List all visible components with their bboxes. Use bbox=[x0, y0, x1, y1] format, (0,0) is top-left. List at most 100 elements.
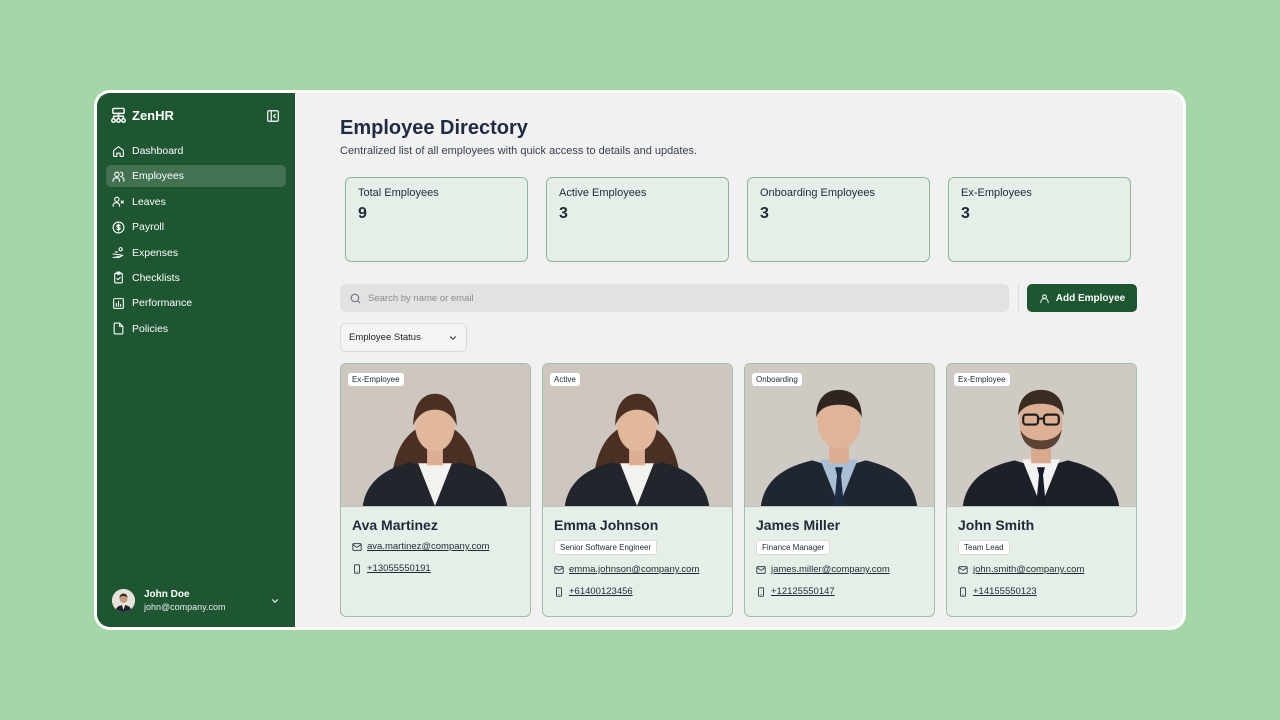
employee-name: Ava Martinez bbox=[352, 517, 438, 533]
search-bar[interactable] bbox=[340, 284, 1009, 312]
org-chart-icon bbox=[111, 107, 126, 123]
status-badge: Onboarding bbox=[752, 373, 802, 386]
sidebar-item-label: Checklists bbox=[132, 271, 180, 284]
app-window: ZenHR Dashboard Employees Leaves Payroll bbox=[97, 93, 1183, 627]
bar-chart-icon bbox=[113, 297, 124, 309]
stat-value: 3 bbox=[961, 205, 970, 222]
role-badge: Team Lead bbox=[958, 540, 1010, 555]
stat-card-active: Active Employees 3 bbox=[546, 177, 729, 262]
dollar-circle-icon bbox=[112, 221, 125, 234]
clipboard-check-icon bbox=[114, 271, 123, 284]
phone-link[interactable]: +61400123456 bbox=[554, 586, 721, 597]
employee-card[interactable]: Active Emma Johnson Senior Software Engi… bbox=[542, 363, 733, 617]
phone-text: +13055550191 bbox=[367, 563, 431, 574]
email-text: james.miller@company.com bbox=[771, 564, 890, 575]
stat-label: Ex-Employees bbox=[961, 187, 1032, 199]
avatar bbox=[112, 589, 135, 612]
sidebar-item-performance[interactable]: Performance bbox=[106, 292, 286, 314]
status-badge: Active bbox=[550, 373, 580, 386]
users-icon bbox=[112, 171, 125, 182]
file-icon bbox=[113, 322, 124, 335]
stat-value: 3 bbox=[559, 205, 568, 222]
user-email: john@company.com bbox=[144, 602, 226, 612]
phone-text: +12125550147 bbox=[771, 586, 835, 597]
role-badge: Finance Manager bbox=[756, 540, 831, 555]
sidebar: ZenHR Dashboard Employees Leaves Payroll bbox=[97, 93, 295, 627]
sidebar-nav: Dashboard Employees Leaves Payroll Expen… bbox=[106, 140, 286, 343]
hand-coins-icon bbox=[112, 247, 124, 258]
sidebar-item-label: Employees bbox=[132, 170, 184, 183]
stat-card-onboarding: Onboarding Employees 3 bbox=[747, 177, 930, 262]
sidebar-item-label: Policies bbox=[132, 322, 169, 335]
home-icon bbox=[113, 145, 124, 157]
sidebar-item-label: Performance bbox=[132, 297, 193, 310]
search-icon bbox=[350, 293, 361, 303]
sidebar-item-employees[interactable]: Employees bbox=[106, 165, 286, 188]
email-text: ava.martinez@company.com bbox=[367, 541, 490, 552]
sidebar-item-leaves[interactable]: Leaves bbox=[106, 191, 286, 213]
email-link[interactable]: ava.martinez@company.com bbox=[352, 541, 519, 552]
phone-text: +61400123456 bbox=[569, 586, 633, 597]
stat-value: 3 bbox=[760, 205, 769, 222]
employee-photo: Ex-Employee bbox=[947, 364, 1136, 507]
chevron-down-icon bbox=[271, 598, 279, 603]
sidebar-collapse-icon[interactable] bbox=[266, 109, 280, 123]
employee-photo: Active bbox=[543, 364, 732, 507]
user-icon bbox=[1040, 293, 1049, 303]
sidebar-item-expenses[interactable]: Expenses bbox=[106, 242, 286, 264]
search-input[interactable] bbox=[368, 292, 968, 304]
employee-card[interactable]: Ex-Employee John Smith Team Lead john.sm… bbox=[946, 363, 1137, 617]
main-content: Employee Directory Centralized list of a… bbox=[295, 93, 1183, 627]
sidebar-item-label: Payroll bbox=[132, 221, 165, 234]
sidebar-item-label: Leaves bbox=[132, 195, 166, 208]
stat-label: Total Employees bbox=[358, 187, 439, 199]
phone-icon bbox=[758, 586, 764, 597]
sidebar-item-label: Dashboard bbox=[132, 145, 184, 157]
phone-text: +14155550123 bbox=[973, 586, 1037, 597]
user-x-icon bbox=[112, 196, 124, 208]
divider bbox=[1018, 284, 1019, 312]
app-frame: ZenHR Dashboard Employees Leaves Payroll bbox=[94, 90, 1186, 630]
page-title: Employee Directory bbox=[340, 117, 528, 139]
phone-icon bbox=[354, 563, 360, 574]
status-badge: Ex-Employee bbox=[954, 373, 1010, 386]
phone-icon bbox=[556, 586, 562, 597]
employee-status-filter[interactable]: Employee Status bbox=[340, 323, 467, 352]
role-badge: Senior Software Engineer bbox=[554, 540, 658, 555]
mail-icon bbox=[756, 565, 766, 574]
employee-card[interactable]: Ex-Employee Ava Martinez ava.martinez@co… bbox=[340, 363, 531, 617]
user-menu[interactable]: John Doe john@company.com bbox=[112, 588, 280, 613]
chevron-down-icon bbox=[449, 335, 457, 340]
user-name: John Doe bbox=[144, 589, 190, 600]
email-link[interactable]: james.miller@company.com bbox=[756, 564, 923, 575]
stat-value: 9 bbox=[358, 205, 367, 222]
employee-name: James Miller bbox=[756, 517, 841, 533]
employee-photo: Onboarding bbox=[745, 364, 934, 507]
phone-link[interactable]: +12125550147 bbox=[756, 586, 923, 597]
phone-icon bbox=[960, 586, 966, 597]
phone-link[interactable]: +13055550191 bbox=[352, 563, 519, 574]
email-link[interactable]: emma.johnson@company.com bbox=[554, 564, 721, 575]
phone-link[interactable]: +14155550123 bbox=[958, 586, 1125, 597]
sidebar-item-payroll[interactable]: Payroll bbox=[106, 216, 286, 238]
stat-card-total: Total Employees 9 bbox=[345, 177, 528, 262]
stat-card-ex-employees: Ex-Employees 3 bbox=[948, 177, 1131, 262]
filter-label: Employee Status bbox=[349, 332, 421, 343]
add-employee-button[interactable]: Add Employee bbox=[1027, 284, 1137, 312]
brand-name: ZenHR bbox=[132, 108, 174, 123]
brand: ZenHR bbox=[110, 107, 174, 124]
sidebar-item-label: Expenses bbox=[132, 246, 179, 259]
email-text: john.smith@company.com bbox=[973, 564, 1085, 575]
sidebar-item-dashboard[interactable]: Dashboard bbox=[106, 140, 286, 162]
page-subtitle: Centralized list of all employees with q… bbox=[340, 145, 698, 157]
employee-name: Emma Johnson bbox=[554, 517, 659, 533]
sidebar-item-policies[interactable]: Policies bbox=[106, 318, 286, 340]
employee-card[interactable]: Onboarding James Miller Finance Manager … bbox=[744, 363, 935, 617]
email-link[interactable]: john.smith@company.com bbox=[958, 564, 1125, 575]
employee-name: John Smith bbox=[958, 517, 1035, 533]
mail-icon bbox=[554, 565, 564, 574]
status-badge: Ex-Employee bbox=[348, 373, 404, 386]
mail-icon bbox=[958, 565, 968, 574]
email-text: emma.johnson@company.com bbox=[569, 564, 700, 575]
sidebar-item-checklists[interactable]: Checklists bbox=[106, 267, 286, 289]
